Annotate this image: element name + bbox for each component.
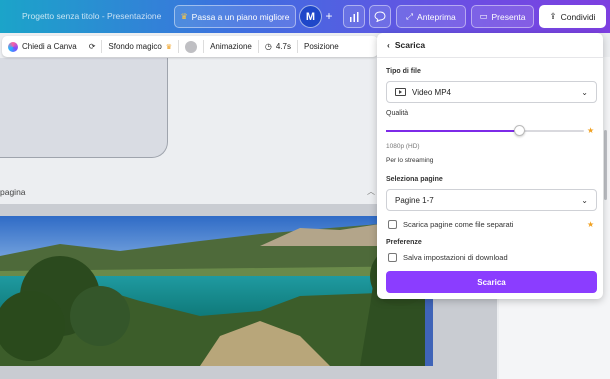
preview-label: Anteprima xyxy=(417,11,456,22)
preview-button[interactable]: ⤢ Anteprima xyxy=(396,5,466,28)
pages-select[interactable]: Pagine 1-7 ⌄ xyxy=(386,189,597,211)
panel-title: Scarica xyxy=(394,40,426,50)
crown-icon: ♛ xyxy=(180,12,188,21)
insights-button[interactable] xyxy=(343,5,365,28)
document-title[interactable]: Progetto senza titolo - Presentazione xyxy=(22,11,161,21)
replace-button[interactable]: ⟳ xyxy=(83,36,102,57)
collapse-chevron-icon[interactable]: ︿ xyxy=(367,186,375,197)
download-button[interactable]: Scarica xyxy=(386,271,597,293)
panel-header[interactable]: ‹ Scarica xyxy=(387,40,425,50)
crown-icon: ★ xyxy=(587,220,595,229)
crown-icon: ★ xyxy=(587,126,595,135)
avatar[interactable]: M xyxy=(299,5,322,28)
top-bar: Progetto senza titolo - Presentazione ♛ … xyxy=(0,0,610,33)
save-settings-checkbox[interactable] xyxy=(388,253,397,262)
share-label: Condividi xyxy=(560,11,596,22)
position-button[interactable]: Posizione xyxy=(298,36,345,57)
chevron-down-icon: ⌄ xyxy=(581,195,588,205)
landscape-illustration xyxy=(0,216,433,366)
quality-label: Qualità xyxy=(386,110,409,117)
share-button[interactable]: ⇪ Condividi xyxy=(539,5,606,28)
file-type-value: Video MP4 xyxy=(412,87,451,97)
scrollbar[interactable] xyxy=(604,130,607,200)
previous-slide[interactable] xyxy=(0,58,168,158)
quality-slider[interactable] xyxy=(386,125,584,136)
position-label: Posizione xyxy=(303,42,339,51)
ask-canva-label: Chiedi a Canva xyxy=(22,42,77,51)
ask-canva-button[interactable]: Chiedi a Canva xyxy=(2,36,83,57)
landscape-image[interactable] xyxy=(0,216,433,366)
page-label: pagina xyxy=(0,187,26,197)
file-type-select[interactable]: Video MP4 ⌄ xyxy=(386,81,597,103)
quality-value: 1080p (HD) xyxy=(386,143,420,150)
expand-icon: ⤢ xyxy=(406,11,414,21)
separate-files-option[interactable]: Scarica pagine come file separati xyxy=(388,220,513,229)
file-type-label: Tipo di file xyxy=(386,68,421,75)
present-icon: ▭ xyxy=(479,11,488,21)
color-swatch xyxy=(185,40,198,53)
canva-ai-icon xyxy=(8,41,18,52)
upgrade-label: Passa a un piano migliore xyxy=(191,11,290,22)
duration-label: 4.7s xyxy=(275,42,291,51)
separate-files-label: Scarica pagine come file separati xyxy=(403,220,514,229)
back-chevron-icon[interactable]: ‹ xyxy=(387,40,390,50)
comment-icon xyxy=(374,11,386,22)
quality-slider-fill xyxy=(386,130,519,132)
add-collaborator-icon[interactable]: + xyxy=(322,9,336,23)
share-icon: ⇪ xyxy=(549,11,557,21)
magic-background-button[interactable]: Sfondo magico ♛ xyxy=(102,36,178,57)
pages-value: Pagine 1-7 xyxy=(395,195,434,205)
video-icon xyxy=(395,88,406,96)
pages-label: Seleziona pagine xyxy=(386,176,443,183)
present-button[interactable]: ▭ Presenta xyxy=(471,5,534,28)
preferences-label: Preferenze xyxy=(386,239,422,246)
comments-button[interactable] xyxy=(369,5,391,28)
save-settings-option[interactable]: Salva impostazioni di download xyxy=(388,253,508,262)
magic-background-label: Sfondo magico xyxy=(108,42,162,51)
upgrade-button[interactable]: ♛ Passa a un piano migliore xyxy=(174,5,296,28)
animation-button[interactable]: Animazione xyxy=(204,36,258,57)
separate-files-checkbox[interactable] xyxy=(388,220,397,229)
refresh-icon: ⟳ xyxy=(88,42,96,51)
color-button[interactable] xyxy=(179,36,203,57)
quality-slider-handle[interactable] xyxy=(514,125,525,136)
bar-chart-icon xyxy=(349,11,358,22)
clock-icon: ◷ xyxy=(264,42,272,51)
duration-button[interactable]: ◷ 4.7s xyxy=(259,36,297,57)
download-panel: ‹ Scarica Tipo di file Video MP4 ⌄ Quali… xyxy=(377,33,603,299)
present-label: Presenta xyxy=(491,11,526,22)
crown-icon: ♛ xyxy=(165,43,173,51)
animation-label: Animazione xyxy=(210,42,252,51)
context-toolbar: Chiedi a Canva ⟳ Sfondo magico ♛ Animazi… xyxy=(2,36,378,57)
divider xyxy=(377,57,603,58)
save-settings-label: Salva impostazioni di download xyxy=(403,253,508,262)
chevron-down-icon: ⌄ xyxy=(581,87,588,97)
quality-hint: Per lo streaming xyxy=(386,157,434,164)
